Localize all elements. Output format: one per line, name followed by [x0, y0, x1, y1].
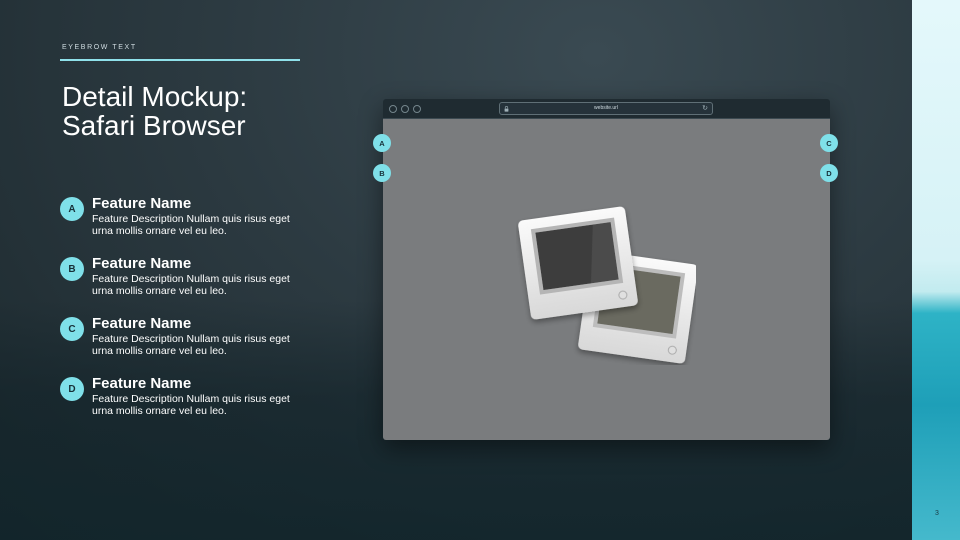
reload-icon[interactable]: ↻: [702, 105, 708, 112]
feature-badge: D: [60, 377, 84, 401]
browser-toolbar: website.url ↻: [383, 99, 830, 119]
zoom-window-button[interactable]: [413, 105, 421, 113]
title-line-2: Safari Browser: [62, 110, 246, 141]
callout-marker-d: D: [820, 164, 838, 182]
callout-marker-c: C: [820, 134, 838, 152]
minimize-window-button[interactable]: [401, 105, 409, 113]
feature-item-b: B Feature Name Feature Description Nulla…: [60, 255, 360, 307]
feature-name: Feature Name: [92, 375, 192, 392]
callout-marker-a: A: [373, 134, 391, 152]
feature-badge: B: [60, 257, 84, 281]
safari-browser-mockup: website.url ↻: [383, 99, 830, 440]
feature-item-d: D Feature Name Feature Description Nulla…: [60, 375, 360, 427]
feature-description: Feature Description Nullam quis risus eg…: [92, 273, 290, 297]
address-bar[interactable]: website.url ↻: [499, 102, 713, 115]
page-title: Detail Mockup: Safari Browser: [62, 82, 342, 140]
feature-description: Feature Description Nullam quis risus eg…: [92, 393, 290, 417]
url-text: website.url: [594, 105, 618, 111]
eyebrow-text: EYEBROW TEXT: [62, 44, 137, 51]
feature-name: Feature Name: [92, 195, 192, 212]
close-window-button[interactable]: [389, 105, 397, 113]
right-color-strip: [912, 0, 960, 540]
title-line-1: Detail Mockup:: [62, 81, 248, 112]
feature-name: Feature Name: [92, 315, 192, 332]
feature-badge: C: [60, 317, 84, 341]
feature-name: Feature Name: [92, 255, 192, 272]
feature-description: Feature Description Nullam quis risus eg…: [92, 333, 290, 357]
browser-content-area: [383, 119, 830, 440]
eyebrow-divider: [60, 59, 300, 61]
feature-item-a: A Feature Name Feature Description Nulla…: [60, 195, 360, 247]
page-number: 3: [935, 510, 939, 517]
feature-item-c: C Feature Name Feature Description Nulla…: [60, 315, 360, 367]
feature-badge: A: [60, 197, 84, 221]
feature-description: Feature Description Nullam quis risus eg…: [92, 213, 290, 237]
photo-slides-icon: [518, 206, 696, 364]
callout-marker-b: B: [373, 164, 391, 182]
